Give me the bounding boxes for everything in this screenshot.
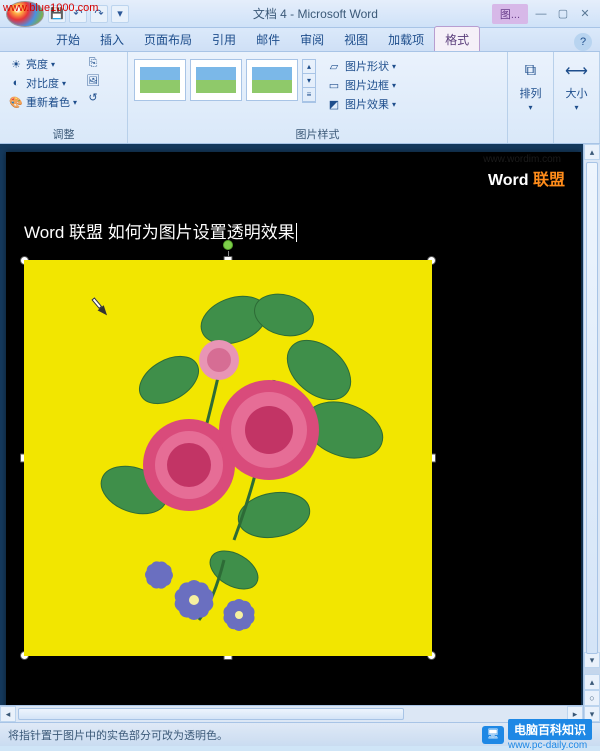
minimize-button[interactable]: —	[532, 6, 550, 22]
pc-daily-url: www.pc-daily.com	[508, 740, 592, 751]
wordim-url: www.wordim.com	[483, 154, 561, 165]
tab-insert[interactable]: 插入	[90, 27, 134, 51]
picture-border-button[interactable]: ▭图片边框▾	[323, 76, 399, 94]
help-button[interactable]: ?	[574, 33, 592, 51]
browse-object-button[interactable]: ○	[584, 690, 600, 706]
document-heading[interactable]: Word 联盟 如何为图片设置透明效果	[24, 218, 297, 243]
maximize-button[interactable]: ▢	[554, 6, 572, 22]
tab-format[interactable]: 格式	[434, 26, 480, 51]
size-button[interactable]: ⟷大小▾	[560, 55, 593, 141]
close-button[interactable]: ✕	[576, 6, 594, 22]
arrange-icon: ⧉	[519, 59, 543, 83]
size-label: 大小	[566, 85, 588, 101]
hscroll-thumb[interactable]	[18, 708, 404, 720]
arrange-button[interactable]: ⧉排列▾	[514, 55, 547, 141]
group-arrange: ⧉排列▾	[508, 52, 554, 143]
picture-effects-button[interactable]: ◩图片效果▾	[323, 95, 399, 113]
scroll-thumb[interactable]	[586, 162, 598, 654]
contrast-icon: ◐	[9, 76, 23, 90]
pc-daily-icon: 🖥	[482, 726, 504, 744]
flower-illustration	[24, 260, 432, 656]
ribbon: ☀亮度▾ ◐对比度▾ 🎨重新着色▾ ⎘ 🖼 ↺ 调整 ▴ ▾ ≡	[0, 52, 600, 144]
tab-review[interactable]: 审阅	[290, 27, 334, 51]
tab-mailings[interactable]: 邮件	[246, 27, 290, 51]
change-picture-button[interactable]: 🖼	[83, 72, 103, 88]
scroll-track[interactable]	[584, 160, 600, 652]
group-adjust: ☀亮度▾ ◐对比度▾ 🎨重新着色▾ ⎘ 🖼 ↺ 调整	[0, 52, 128, 143]
contextual-tab-group: 图...	[492, 4, 528, 24]
group-arrange-label	[514, 141, 547, 143]
group-size-label	[560, 141, 593, 143]
vertical-scrollbar[interactable]: ▴ ▾ ▴ ○ ▾	[583, 144, 600, 722]
qat-customize-button[interactable]: ▾	[111, 5, 129, 23]
picture-border-label: 图片边框	[345, 77, 389, 93]
document-scroll[interactable]: www.wordim.com Word 联盟 Word 联盟 如何为图片设置透明…	[0, 144, 583, 722]
gallery-nav: ▴ ▾ ≡	[302, 59, 316, 103]
style-thumb-3[interactable]	[246, 59, 298, 101]
status-hint: 将指针置于图片中的实色部分可改为透明色。	[8, 727, 228, 743]
style-thumb-1[interactable]	[134, 59, 186, 101]
group-adjust-label: 调整	[6, 125, 121, 143]
word-union-logo: Word 联盟	[488, 166, 565, 190]
change-picture-icon: 🖼	[86, 73, 100, 87]
gallery-up-button[interactable]: ▴	[303, 60, 315, 74]
status-bar: 将指针置于图片中的实色部分可改为透明色。 🖥 电脑百科知识 www.pc-dai…	[0, 722, 600, 746]
picture-border-icon: ▭	[326, 78, 342, 92]
ribbon-tabs: 开始 插入 页面布局 引用 邮件 审阅 视图 加载项 格式 ?	[0, 28, 600, 52]
gallery-more-button[interactable]: ≡	[303, 88, 315, 102]
window-title: 文档 4 - Microsoft Word	[139, 5, 492, 22]
pc-daily-text: 电脑百科知识	[508, 719, 592, 740]
brightness-label: 亮度	[26, 56, 48, 72]
picture-shape-button[interactable]: ▱图片形状▾	[323, 57, 399, 75]
style-thumb-2[interactable]	[190, 59, 242, 101]
group-size: ⟷大小▾	[554, 52, 600, 143]
gallery-down-button[interactable]: ▾	[303, 74, 315, 88]
rotate-handle[interactable]	[223, 240, 233, 250]
picture-effects-icon: ◩	[326, 97, 342, 111]
scroll-down-button[interactable]: ▾	[584, 652, 600, 668]
window-controls: — ▢ ✕	[532, 6, 594, 22]
recolor-label: 重新着色	[26, 94, 70, 110]
contrast-button[interactable]: ◐对比度▾	[6, 74, 80, 92]
prev-page-button[interactable]: ▴	[584, 674, 600, 690]
picture-content	[24, 260, 432, 656]
compress-pictures-button[interactable]: ⎘	[83, 55, 103, 71]
tab-view[interactable]: 视图	[334, 27, 378, 51]
tab-home[interactable]: 开始	[46, 27, 90, 51]
picture-effects-label: 图片效果	[345, 96, 389, 112]
picture-shape-label: 图片形状	[345, 58, 389, 74]
contrast-label: 对比度	[26, 75, 59, 91]
recolor-button[interactable]: 🎨重新着色▾	[6, 93, 80, 111]
picture-shape-icon: ▱	[326, 59, 342, 73]
picture-style-gallery[interactable]: ▴ ▾ ≡	[134, 55, 316, 125]
hscroll-left-button[interactable]: ◂	[0, 706, 16, 722]
document-area: www.wordim.com Word 联盟 Word 联盟 如何为图片设置透明…	[0, 144, 600, 722]
size-icon: ⟷	[565, 59, 589, 83]
reset-picture-button[interactable]: ↺	[83, 89, 103, 105]
recolor-icon: 🎨	[9, 95, 23, 109]
tab-addins[interactable]: 加载项	[378, 27, 434, 51]
group-picture-styles-label: 图片样式	[134, 125, 501, 143]
brightness-button[interactable]: ☀亮度▾	[6, 55, 80, 73]
tab-references[interactable]: 引用	[202, 27, 246, 51]
group-picture-styles: ▴ ▾ ≡ ▱图片形状▾ ▭图片边框▾ ◩图片效果▾ 图片样式	[128, 52, 508, 143]
reset-icon: ↺	[86, 90, 100, 104]
arrange-label: 排列	[520, 85, 542, 101]
page[interactable]: www.wordim.com Word 联盟 Word 联盟 如何为图片设置透明…	[6, 152, 581, 722]
brand-union: 联盟	[533, 172, 565, 189]
tab-page-layout[interactable]: 页面布局	[134, 27, 202, 51]
brightness-icon: ☀	[9, 57, 23, 71]
scroll-up-button[interactable]: ▴	[584, 144, 600, 160]
brand-word: Word	[488, 172, 529, 189]
source-watermark: www.blue1000.com	[3, 2, 98, 14]
selected-picture[interactable]	[24, 260, 432, 656]
compress-icon: ⎘	[86, 56, 100, 70]
